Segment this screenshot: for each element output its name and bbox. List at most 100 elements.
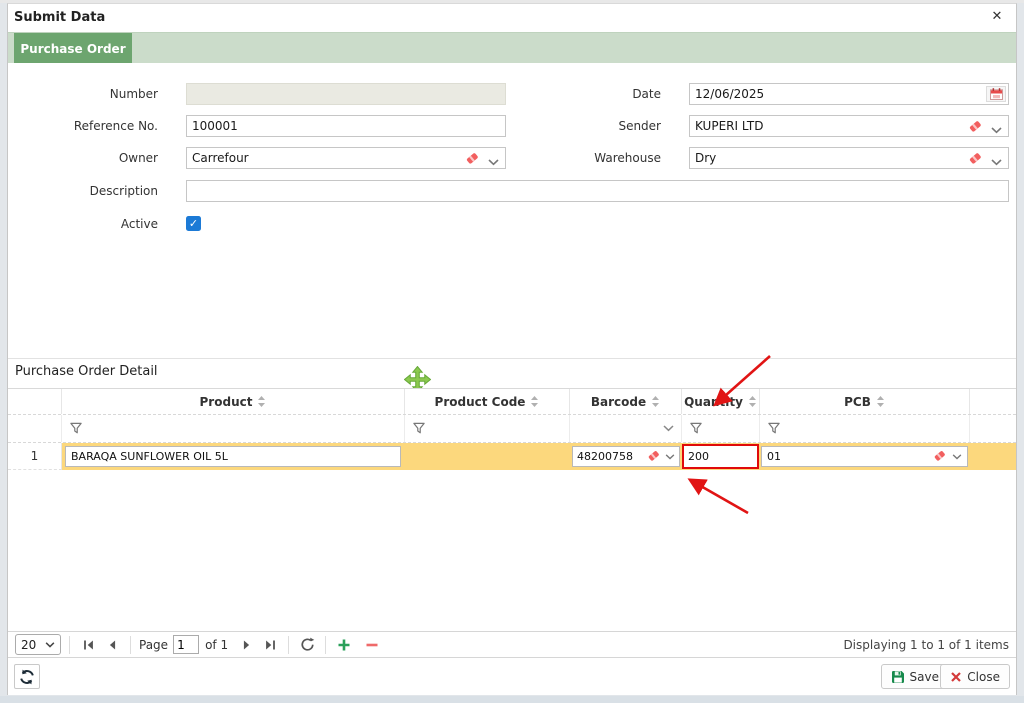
chevron-down-icon	[45, 642, 55, 648]
product-filter[interactable]	[62, 415, 405, 442]
filler-cell	[970, 443, 1016, 470]
date-field[interactable]	[689, 83, 1009, 105]
add-row-button[interactable]	[334, 635, 354, 655]
description-label: Description	[8, 180, 158, 202]
divider	[130, 636, 131, 654]
reference-field[interactable]	[186, 115, 506, 137]
purchase-order-detail-grid: Product Product Code Barcode Quantity PC…	[8, 388, 1016, 631]
row-number-cell: 1	[8, 443, 62, 470]
submit-data-dialog: Submit Data ✕ Purchase Order Number Date…	[7, 3, 1017, 695]
sort-icon	[257, 395, 266, 408]
prev-page-button[interactable]	[102, 635, 122, 655]
barcode-cell[interactable]: 48200758	[570, 443, 682, 470]
dialog-close-icon[interactable]: ✕	[989, 9, 1005, 25]
refresh-icon	[19, 669, 35, 685]
clear-eraser-icon[interactable]	[465, 151, 479, 168]
chevron-down-icon[interactable]	[952, 450, 962, 463]
filter-funnel-icon	[689, 422, 703, 435]
calendar-icon	[990, 88, 1003, 100]
save-button[interactable]: Save	[881, 664, 949, 689]
clear-eraser-icon[interactable]	[968, 151, 982, 168]
product-code-cell[interactable]	[405, 443, 570, 470]
quantity-cell-input[interactable]	[682, 444, 759, 469]
number-label: Number	[8, 83, 158, 105]
page-background-strip	[0, 696, 1024, 703]
clear-eraser-icon[interactable]	[968, 119, 982, 136]
product-cell[interactable]	[62, 443, 405, 470]
warehouse-combo	[689, 147, 1009, 169]
calendar-button[interactable]	[986, 86, 1006, 102]
filler-header	[970, 389, 1016, 414]
divider	[288, 636, 289, 654]
number-field	[186, 83, 506, 105]
table-row[interactable]: 1 48200758	[8, 443, 1016, 470]
row-number-header	[8, 389, 62, 414]
tab-purchase-order[interactable]: Purchase Order	[14, 33, 132, 64]
product-code-filter[interactable]	[405, 415, 570, 442]
tab-strip: Purchase Order	[8, 32, 1016, 63]
quantity-filter[interactable]	[682, 415, 760, 442]
next-page-button[interactable]	[236, 635, 256, 655]
refresh-button[interactable]	[14, 664, 40, 689]
sender-field[interactable]	[689, 115, 1009, 137]
close-button[interactable]: Close	[940, 664, 1010, 689]
product-cell-input[interactable]	[65, 446, 401, 467]
owner-field[interactable]	[186, 147, 506, 169]
filter-funnel-icon	[412, 422, 426, 435]
warehouse-field[interactable]	[689, 147, 1009, 169]
chevron-down-icon[interactable]	[991, 155, 1002, 169]
dialog-titlebar: Submit Data ✕	[8, 4, 1016, 32]
clear-eraser-icon[interactable]	[933, 449, 946, 465]
barcode-combo[interactable]: 48200758	[572, 446, 680, 467]
sort-icon	[876, 395, 885, 408]
remove-row-button[interactable]	[362, 635, 382, 655]
active-checkbox[interactable]: ✓	[186, 216, 201, 231]
date-field-wrap	[689, 83, 1009, 105]
filter-blank	[8, 415, 62, 442]
footer-toolbar: Save Close	[8, 658, 1016, 695]
save-floppy-icon	[891, 670, 905, 684]
sort-icon	[530, 395, 539, 408]
grid-filter-row	[8, 415, 1016, 443]
owner-label: Owner	[8, 147, 158, 169]
column-header-product-code[interactable]: Product Code	[405, 389, 570, 414]
display-status: Displaying 1 to 1 of 1 items	[843, 638, 1009, 652]
active-label: Active	[8, 213, 158, 235]
refresh-icon[interactable]	[297, 635, 317, 655]
filler-filter	[970, 415, 1016, 442]
date-label: Date	[508, 83, 661, 105]
warehouse-label: Warehouse	[508, 147, 661, 169]
purchase-order-form: Number Date Reference No. Sender Owner	[8, 63, 1016, 359]
page-label: Page	[139, 638, 168, 652]
page-count-label: of 1	[205, 638, 228, 652]
owner-combo	[186, 147, 506, 169]
pagination-bar: 20 Page of 1 Displaying 1 to 1 o	[8, 631, 1016, 658]
tab-label: Purchase Order	[20, 42, 125, 56]
pcb-combo[interactable]: 01	[761, 446, 968, 467]
reference-label: Reference No.	[8, 115, 158, 137]
column-header-product[interactable]: Product	[62, 389, 405, 414]
pcb-filter[interactable]	[760, 415, 970, 442]
dialog-title: Submit Data	[14, 10, 105, 25]
pcb-cell[interactable]: 01	[760, 443, 970, 470]
chevron-down-icon	[663, 425, 674, 432]
quantity-cell[interactable]	[682, 443, 760, 470]
sort-icon	[651, 395, 660, 408]
divider	[69, 636, 70, 654]
detail-section-title: Purchase Order Detail	[15, 364, 158, 379]
description-field[interactable]	[186, 180, 1009, 202]
column-header-barcode[interactable]: Barcode	[570, 389, 682, 414]
chevron-down-icon[interactable]	[665, 450, 675, 463]
last-page-button[interactable]	[260, 635, 280, 655]
grid-header-row: Product Product Code Barcode Quantity PC…	[8, 388, 1016, 415]
column-header-pcb[interactable]: PCB	[760, 389, 970, 414]
clear-eraser-icon[interactable]	[647, 449, 660, 465]
first-page-button[interactable]	[78, 635, 98, 655]
divider	[325, 636, 326, 654]
page-number-input[interactable]	[173, 635, 199, 654]
chevron-down-icon[interactable]	[488, 155, 499, 169]
chevron-down-icon[interactable]	[991, 123, 1002, 137]
barcode-filter[interactable]	[570, 415, 682, 442]
column-header-quantity[interactable]: Quantity	[682, 389, 760, 414]
page-size-select[interactable]: 20	[15, 634, 61, 655]
